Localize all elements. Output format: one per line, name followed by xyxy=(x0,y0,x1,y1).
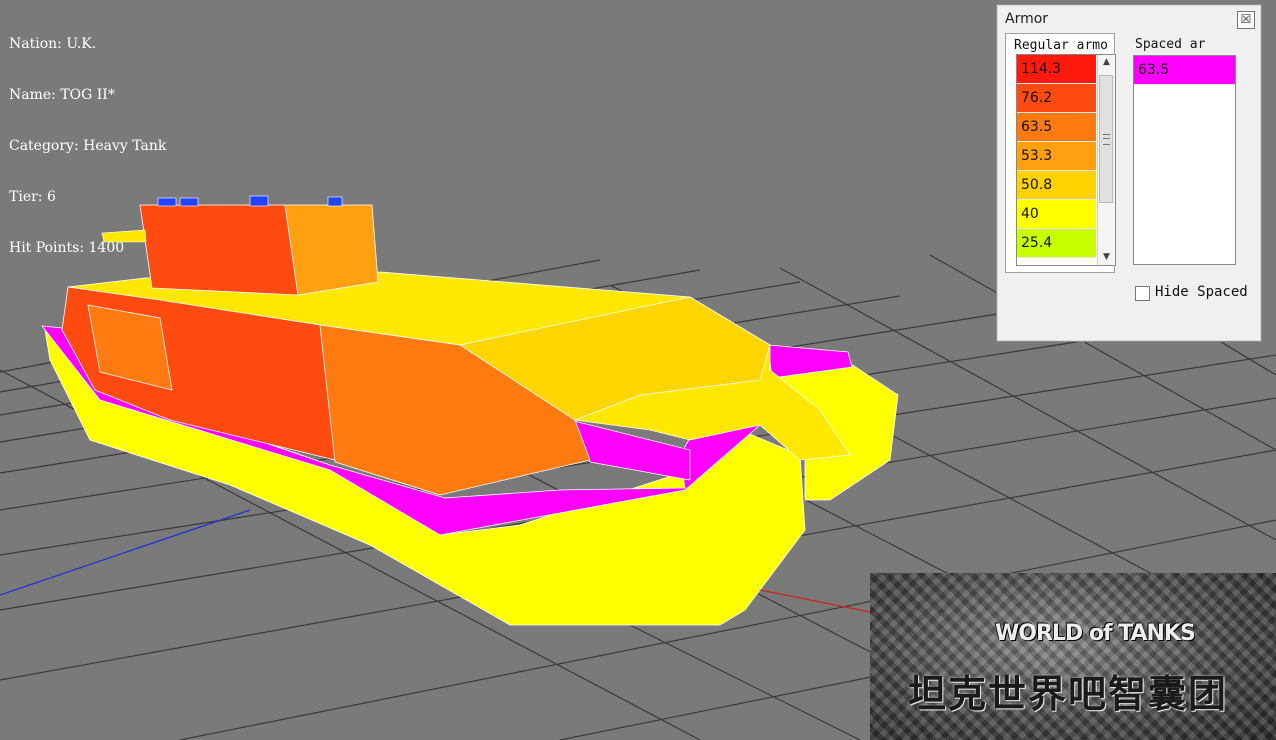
watermark-panel: WORLD of TANKS 坦克世界吧智囊团 xyxy=(870,573,1276,740)
category-text: Category: Heavy Tank xyxy=(9,138,167,154)
close-icon[interactable]: ☒ xyxy=(1237,11,1255,29)
hide-spaced-checkbox[interactable] xyxy=(1135,286,1150,301)
spaced-armor-header: Spaced ar xyxy=(1135,37,1206,52)
regular-armor-header: Regular armo xyxy=(1014,38,1108,53)
world-of-tanks-logo: WORLD of TANKS xyxy=(995,621,1196,646)
regular-armor-list[interactable]: 114.3 76.2 63.5 53.3 50.8 40 25.4 ▲ ▼ xyxy=(1016,54,1116,266)
scroll-down-arrow[interactable]: ▼ xyxy=(1098,250,1115,265)
tier-text: Tier: 6 xyxy=(9,189,56,205)
scroll-thumb[interactable] xyxy=(1099,75,1113,203)
regular-armor-row[interactable]: 25.4 xyxy=(1017,229,1096,258)
scroll-up-arrow[interactable]: ▲ xyxy=(1098,55,1115,70)
regular-armor-pane: Regular armo 114.3 76.2 63.5 53.3 50.8 40 25.4… xyxy=(1005,33,1116,273)
spaced-armor-list[interactable]: 63.5 xyxy=(1133,55,1236,265)
hide-spaced-label[interactable]: Hide Spaced A xyxy=(1155,284,1253,300)
regular-armor-rows: 114.3 76.2 63.5 53.3 50.8 40 25.4 xyxy=(1017,55,1096,258)
nation-text: Nation: U.K. xyxy=(9,36,97,52)
regular-armor-row[interactable]: 114.3 xyxy=(1017,55,1096,84)
regular-armor-row[interactable]: 53.3 xyxy=(1017,142,1096,171)
regular-armor-row[interactable]: 40 xyxy=(1017,200,1096,229)
tank-info-overlay: Nation: U.K. Name: TOG II* Category: Hea… xyxy=(9,2,166,291)
regular-armor-row[interactable]: 63.5 xyxy=(1017,113,1096,142)
tank-name-text: Name: TOG II* xyxy=(9,87,115,103)
spaced-armor-row[interactable]: 63.5 xyxy=(1134,56,1235,85)
armor-window[interactable]: Armor ☒ Regular armo 114.3 76.2 63.5 53.3 50… xyxy=(996,4,1262,342)
spaced-armor-rows: 63.5 xyxy=(1134,56,1235,85)
watermark-text: 坦克世界吧智囊团 xyxy=(908,672,1229,716)
regular-armor-row[interactable]: 50.8 xyxy=(1017,171,1096,200)
armor-window-title: Armor xyxy=(1005,11,1049,27)
spaced-armor-pane: Spaced ar 63.5 xyxy=(1125,33,1247,271)
regular-armor-scrollbar[interactable]: ▲ ▼ xyxy=(1097,55,1115,265)
hit-points-text: Hit Points: 1400 xyxy=(9,240,125,256)
regular-armor-row[interactable]: 76.2 xyxy=(1017,84,1096,113)
